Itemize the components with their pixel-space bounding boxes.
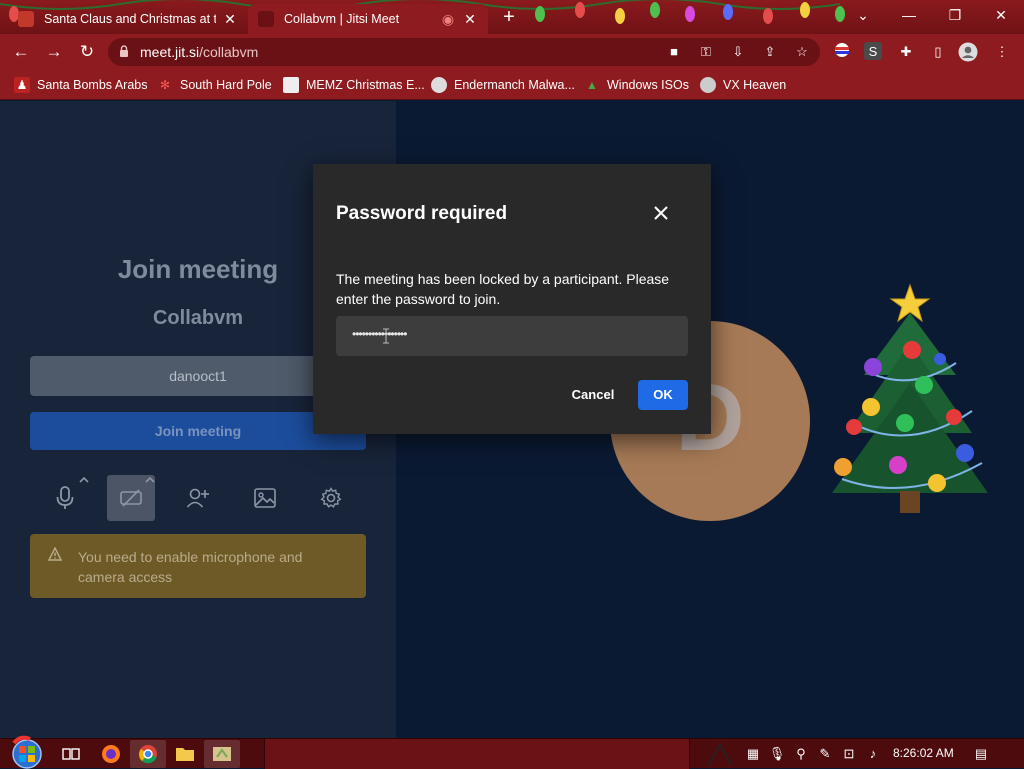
share-icon[interactable]: ⇪ (762, 44, 778, 60)
password-mask: ••••••••••••••••• (352, 327, 407, 341)
taskbar-clock[interactable]: 8:26:02 AM (893, 746, 954, 760)
address-bar[interactable]: meet.jit.si/collabvm ■ ⚿ ⇩ ⇪ ☆ (108, 38, 820, 66)
christmas-tree-decoration (832, 283, 988, 513)
memz-icon (283, 77, 299, 93)
menu-kebab-icon[interactable]: ⋮ (992, 42, 1012, 62)
microphone-tray-icon[interactable]: 🎙︎ (768, 745, 786, 763)
virtual-background-button[interactable] (241, 475, 289, 521)
bookmark-memz-christmas[interactable]: MEMZ Christmas E... (283, 76, 425, 94)
settings-button[interactable] (307, 475, 355, 521)
chrome-icon[interactable] (130, 740, 166, 768)
notifications-icon[interactable]: ▤ (972, 745, 990, 763)
santa-icon: ♟ (14, 77, 30, 93)
tab-collabvm[interactable]: Collabvm | Jitsi Meet ◉ ✕ (248, 4, 488, 34)
task-view-icon[interactable] (60, 743, 82, 765)
password-required-dialog: Password required The meeting has been l… (313, 164, 711, 434)
text-cursor-icon (383, 328, 389, 344)
add-user-icon (186, 488, 209, 508)
recording-indicator-icon: ◉ (441, 10, 455, 27)
url-text: meet.jit.si/collabvm (140, 44, 258, 60)
bookmark-santa-bombs-arabs[interactable]: ♟ Santa Bombs Arabs (14, 76, 147, 94)
warning-triangle-icon (48, 547, 62, 561)
firefox-icon[interactable] (100, 743, 122, 765)
tab-search-chevron-icon[interactable]: ⌄ (840, 0, 886, 30)
warning-text: You need to enable microphone and camera… (78, 549, 303, 585)
dialog-title: Password required (336, 203, 508, 224)
windows-taskbar: ▦ 🎙︎ ⚲ ✎ ⊡ ♪ 8:26:02 AM ▤ (0, 735, 1024, 769)
url-host: meet.jit.si (140, 44, 200, 60)
tab-title: Collabvm | Jitsi Meet (284, 12, 400, 26)
search-tray-icon[interactable]: ⚲ (792, 745, 810, 763)
volume-icon[interactable]: ♪ (864, 745, 882, 763)
tab-close-icon[interactable]: ✕ (462, 11, 478, 28)
endermanch-icon (431, 77, 447, 93)
close-icon[interactable] (652, 204, 670, 222)
extensions-puzzle-icon[interactable]: ✚ (896, 42, 916, 62)
camera-blocked-icon[interactable]: ■ (666, 44, 682, 60)
bookmark-south-hard-pole[interactable]: ✻ South Hard Pole (157, 76, 272, 94)
tab-title: Santa Claus and Christmas at the (44, 12, 216, 26)
bookmark-label: Windows ISOs (607, 78, 689, 92)
reload-button[interactable]: ↻ (75, 40, 99, 64)
file-explorer-icon[interactable] (174, 743, 196, 765)
profile-avatar-icon[interactable] (958, 42, 978, 62)
new-tab-button[interactable]: + (498, 6, 520, 28)
tab-close-icon[interactable]: ✕ (222, 11, 238, 28)
bookmark-label: Santa Bombs Arabs (37, 78, 148, 92)
snowflake-icon: ✻ (159, 78, 171, 92)
network-icon[interactable]: ⊡ (840, 745, 858, 763)
flag-extension-icon[interactable] (832, 42, 852, 62)
back-button[interactable]: ← (9, 40, 33, 64)
jitsi-prejoin-page: Join meeting Collabvm danooct1 Join meet… (0, 101, 1024, 738)
bookmark-label: MEMZ Christmas E... (306, 78, 425, 92)
browser-titlebar: Santa Claus and Christmas at the ✕ Colla… (0, 0, 1024, 34)
tray-app-icon[interactable]: ▦ (744, 745, 762, 763)
santa-favicon-icon (18, 11, 34, 27)
bookmarks-bar: ♟ Santa Bombs Arabs ✻ South Hard Pole ME… (0, 70, 1024, 100)
jitsi-favicon-icon (258, 11, 274, 27)
start-orb-icon[interactable] (8, 735, 46, 769)
install-app-icon[interactable]: ⇩ (730, 44, 746, 60)
bookmark-star-icon[interactable]: ☆ (794, 44, 810, 60)
lock-icon (120, 45, 128, 57)
bookmark-label: Endermanch Malwa... (454, 78, 575, 92)
vx-heaven-icon (700, 77, 716, 93)
camera-options-chevron-icon[interactable] (143, 473, 157, 487)
close-window-button[interactable]: ✕ (978, 0, 1024, 30)
s-extension-icon[interactable]: S (864, 42, 882, 60)
decorative-icon (707, 743, 733, 766)
cancel-button[interactable]: Cancel (567, 380, 619, 410)
tree-icon: ▲ (586, 78, 598, 92)
bookmark-label: South Hard Pole (180, 78, 272, 92)
bookmark-endermanch-malware[interactable]: Endermanch Malwa... (431, 76, 575, 94)
gear-icon (320, 487, 342, 508)
taskbar-empty-area (264, 739, 690, 769)
bookmark-windows-isos[interactable]: ▲ Windows ISOs (584, 76, 689, 94)
restore-button[interactable]: ❐ (932, 0, 978, 30)
image-icon (254, 488, 276, 508)
browser-toolbar: ← → ↻ meet.jit.si/collabvm ■ ⚿ ⇩ ⇪ ☆ S ✚… (0, 34, 1024, 70)
url-path: /collabvm (199, 44, 259, 60)
ok-button[interactable]: OK (638, 380, 688, 410)
dialog-message: The meeting has been locked by a partici… (336, 271, 670, 307)
microphone-icon (56, 486, 74, 509)
microphone-options-chevron-icon[interactable] (77, 473, 91, 487)
minimize-button[interactable]: — (886, 0, 932, 30)
collabvm-app-icon[interactable] (204, 740, 240, 768)
tab-santa-claus[interactable]: Santa Claus and Christmas at the ✕ (8, 4, 248, 34)
pen-tray-icon[interactable]: ✎ (816, 745, 834, 763)
key-icon[interactable]: ⚿ (698, 44, 714, 60)
invite-people-button[interactable] (174, 475, 222, 521)
password-input[interactable]: ••••••••••••••••• (336, 316, 688, 356)
side-panel-icon[interactable]: ▯ (928, 42, 948, 62)
permission-warning-banner: You need to enable microphone and camera… (30, 534, 366, 598)
forward-button[interactable]: → (42, 40, 66, 64)
bookmark-label: VX Heaven (723, 78, 787, 92)
bookmark-vx-heaven[interactable]: VX Heaven (700, 76, 786, 94)
camera-off-icon (120, 489, 142, 507)
